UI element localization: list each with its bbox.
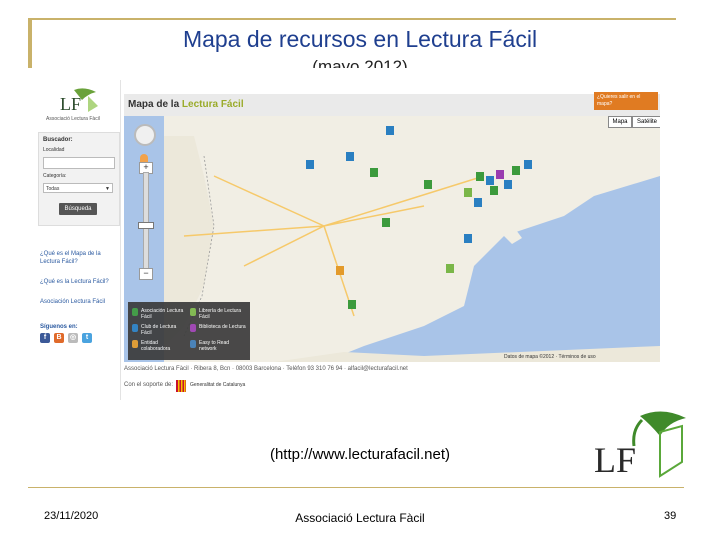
marker-basque <box>346 152 354 161</box>
lf-brand-logo: LF <box>590 410 690 484</box>
blog-icon[interactable]: B <box>54 333 64 343</box>
footer-organization: Associació Lectura Fàcil <box>295 511 425 525</box>
search-button[interactable]: Búsqueda <box>59 203 97 215</box>
facebook-icon[interactable]: f <box>40 333 50 343</box>
map-type-satellite[interactable]: Satélite <box>632 116 660 128</box>
support-label: Con el soporte de: <box>124 382 174 388</box>
pan-control-icon[interactable] <box>134 124 156 146</box>
marker-galicia <box>306 160 314 169</box>
marker-malaga <box>348 300 356 309</box>
legend-swatch <box>190 308 196 316</box>
footer-rule <box>28 487 684 488</box>
legend-swatch <box>132 324 138 332</box>
map-type-map[interactable]: Mapa <box>608 116 632 128</box>
twitter-icon[interactable]: t <box>82 333 92 343</box>
generalitat-logo: Generalitat de Catalunya <box>176 378 266 394</box>
site-header-title: Mapa de la Lectura Fácil <box>128 99 244 110</box>
logo-text: LF <box>60 94 82 114</box>
zoom-slider-handle[interactable] <box>138 222 154 229</box>
marker-zaragoza <box>424 180 432 189</box>
header-title-accent: Lectura Fácil <box>181 99 244 110</box>
marker-seville <box>336 266 344 275</box>
category-value: Todas <box>46 186 60 192</box>
marker-madrid <box>382 218 390 227</box>
svg-text:LF: LF <box>594 440 636 480</box>
site-logo[interactable]: LF Associació Lectura Fàcil <box>44 86 114 126</box>
page-number: 39 <box>664 510 677 522</box>
join-map-button[interactable]: ¿Quieres salir en el mapa? <box>594 92 658 110</box>
sidebar: LF Associació Lectura Fàcil Buscador: Lo… <box>36 80 121 400</box>
support-org-name: Generalitat de Catalunya <box>190 382 246 388</box>
rss-icon[interactable]: ◎ <box>68 333 78 343</box>
category-select[interactable]: Todas ▼ <box>43 183 113 193</box>
link-about-easy-reading[interactable]: ¿Qué es la Lectura Fácil? <box>40 278 120 286</box>
marker-north <box>386 126 394 135</box>
category-label: Categoría: <box>43 173 67 179</box>
link-association[interactable]: Asociación Lectura Fácil <box>40 298 120 306</box>
logo-tagline: Associació Lectura Fàcil <box>46 116 100 122</box>
location-input[interactable] <box>43 157 115 169</box>
website-screenshot: LF Associació Lectura Fàcil Buscador: Lo… <box>36 80 668 400</box>
marker-valencia <box>464 234 472 243</box>
zoom-out-button[interactable]: − <box>139 268 153 280</box>
legend-swatch <box>132 340 138 348</box>
header-title-prefix: Mapa de la <box>128 99 180 110</box>
site-header: Mapa de la Lectura Fácil <box>124 94 660 116</box>
follow-label: Síguenos en: <box>40 324 78 330</box>
chevron-down-icon: ▼ <box>105 186 110 192</box>
legend-swatch <box>190 340 196 348</box>
slide-top-rule <box>28 18 676 20</box>
marker-navarra <box>370 168 378 177</box>
map-legend: Asociación Lectura Fácil Librería de Lec… <box>128 302 250 360</box>
slide-subtitle: (mayo 2012) <box>312 57 408 68</box>
location-label: Localidad <box>43 147 65 153</box>
map-view[interactable]: Mapa Satélite + − Asociación Lectura Fác… <box>124 116 660 362</box>
link-about-map[interactable]: ¿Qué es el Mapa de la Lectura Fácil? <box>40 250 120 266</box>
marker-murcia <box>446 264 454 273</box>
search-panel: Buscador: Localidad Categoría: Todas ▼ B… <box>38 132 120 226</box>
map-credits: Datos de mapa ©2012 · Términos de uso <box>504 354 596 360</box>
slide-title: Mapa de recursos en Lectura Fácil <box>182 26 538 52</box>
site-contact-line: Associació Lectura Fàcil · Ribera 8, Bcn… <box>124 366 408 372</box>
main-area: Mapa de la Lectura Fácil ¿Quieres salir … <box>124 80 668 400</box>
search-heading: Buscador: <box>43 137 73 143</box>
legend-swatch <box>190 324 196 332</box>
legend-swatch <box>132 308 138 316</box>
